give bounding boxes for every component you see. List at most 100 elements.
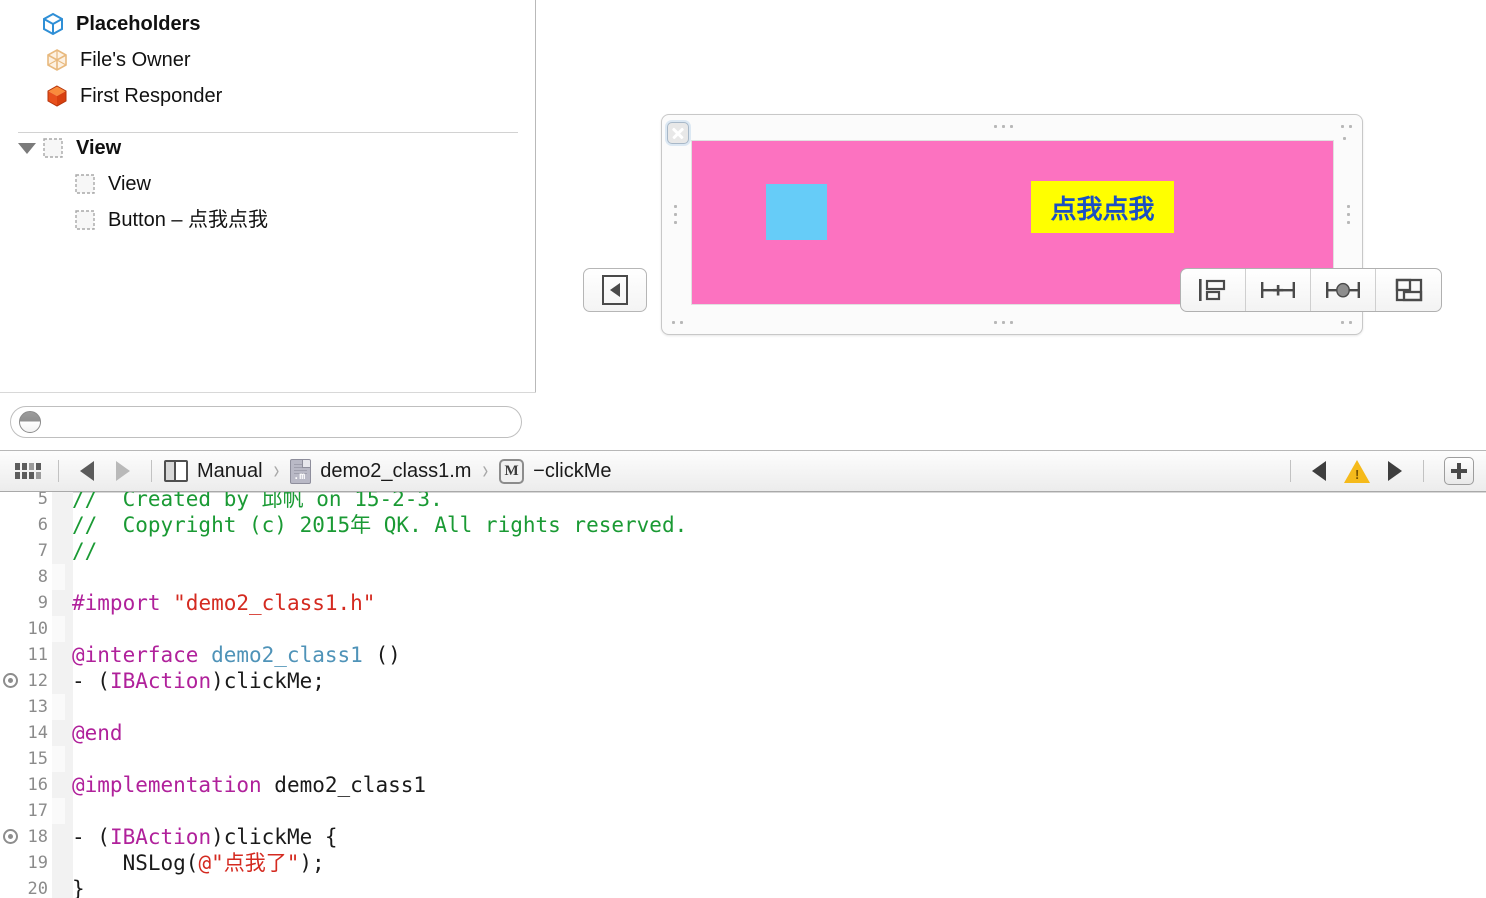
- view-placeholder-icon: [72, 207, 98, 233]
- interface-builder-canvas[interactable]: 点我点我: [537, 0, 1486, 450]
- method-icon: M: [499, 458, 525, 484]
- embed-in-button[interactable]: [1376, 269, 1441, 311]
- line-number: 13: [27, 697, 48, 717]
- ribbon-cell: [52, 746, 65, 772]
- code-line[interactable]: 8: [0, 564, 1486, 590]
- forward-arrow-icon[interactable]: [105, 458, 141, 484]
- code-line[interactable]: 15: [0, 746, 1486, 772]
- outline-item-label: File's Owner: [80, 49, 191, 71]
- outline-divider: [18, 132, 518, 133]
- breadcrumb-separator: ›: [482, 456, 489, 485]
- align-button[interactable]: [1181, 269, 1246, 311]
- pin-icon: [1261, 282, 1295, 298]
- breakpoint-marker[interactable]: [3, 673, 18, 688]
- breakpoint-marker[interactable]: [3, 829, 18, 844]
- breadcrumb-separator: ›: [273, 456, 280, 485]
- ribbon-cell: [52, 642, 65, 668]
- breadcrumb-item-manual[interactable]: Manual: [162, 456, 265, 486]
- outline-toggle-icon: [602, 275, 628, 305]
- code-line[interactable]: 12- (IBAction)clickMe;: [0, 668, 1486, 694]
- outline-item-placeholders[interactable]: Placeholders: [0, 6, 536, 42]
- code-line[interactable]: 19 NSLog(@"点我了");: [0, 850, 1486, 876]
- back-arrow-icon[interactable]: [69, 458, 105, 484]
- ribbon-cell: [52, 798, 65, 824]
- ribbon-cell: [52, 850, 65, 876]
- align-icon: [1199, 279, 1226, 301]
- code-line[interactable]: 7 //: [0, 538, 1486, 564]
- code-line[interactable]: 16 @implementation demo2_class1: [0, 772, 1486, 798]
- outline-item-button[interactable]: Button – 点我点我: [0, 202, 536, 238]
- breadcrumb-item-method[interactable]: M −clickMe: [497, 456, 613, 486]
- document-outline-tree[interactable]: Placeholders File's Owner First Responde…: [0, 0, 536, 392]
- outline-item-view-child[interactable]: View: [0, 166, 536, 202]
- ribbon-cell: [52, 616, 65, 642]
- resolve-auto-layout-issues-button[interactable]: [1311, 269, 1376, 311]
- resolve-issues-icon: [1326, 282, 1360, 298]
- pin-button[interactable]: [1246, 269, 1311, 311]
- code-line[interactable]: 6 // Copyright (c) 2015年 QK. All rights r…: [0, 512, 1486, 538]
- outline-item-view-root[interactable]: View: [0, 130, 536, 166]
- code-line[interactable]: 20}: [0, 876, 1486, 898]
- breadcrumb-label: −clickMe: [533, 459, 612, 482]
- jumpbar-divider: [1290, 460, 1291, 482]
- code-line[interactable]: 11 @interface demo2_class1 (): [0, 642, 1486, 668]
- outline-item-label: View: [76, 137, 122, 159]
- code-text: // Copyright (c) 2015年 QK. All rights re…: [72, 513, 688, 537]
- line-number: 14: [27, 723, 48, 743]
- xcode-window: Placeholders File's Owner First Responde…: [0, 0, 1486, 898]
- code-text: @interface demo2_class1 (): [72, 643, 401, 667]
- outline-item-files-owner[interactable]: File's Owner: [0, 42, 536, 78]
- code-line[interactable]: 13: [0, 694, 1486, 720]
- outline-filter-input[interactable]: [41, 407, 515, 436]
- breadcrumb-label: demo2_class1.m: [320, 459, 472, 482]
- code-text: - (IBAction)clickMe {: [72, 825, 338, 849]
- filter-knob-icon[interactable]: [19, 410, 41, 433]
- blue-subview[interactable]: [766, 184, 827, 240]
- code-line[interactable]: 9 #import "demo2_class1.h": [0, 590, 1486, 616]
- handle-dots-left: [674, 205, 677, 224]
- close-icon[interactable]: [667, 122, 689, 144]
- warning-triangle-icon[interactable]: [1344, 459, 1370, 483]
- click-me-button[interactable]: 点我点我: [1031, 181, 1174, 233]
- code-line[interactable]: 10: [0, 616, 1486, 642]
- embed-in-icon: [1395, 278, 1422, 302]
- cube-solid-orange-icon: [44, 83, 70, 109]
- line-number: 7: [37, 541, 48, 561]
- jumpbar-divider: [1423, 460, 1424, 482]
- code-line[interactable]: 17: [0, 798, 1486, 824]
- ribbon-cell: [52, 876, 65, 898]
- chevron-down-icon[interactable]: [14, 135, 40, 161]
- outline-filter-field[interactable]: [10, 405, 522, 438]
- handle-dots-bottom-right: [1341, 321, 1352, 324]
- add-editor-icon[interactable]: [1444, 457, 1474, 485]
- breadcrumb-item-file[interactable]: .m demo2_class1.m: [288, 456, 473, 486]
- ribbon-cell: [52, 824, 65, 850]
- code-text: NSLog(@"点我了");: [72, 851, 325, 875]
- code-line[interactable]: 14 @end: [0, 720, 1486, 746]
- next-issue-icon[interactable]: [1377, 458, 1413, 484]
- line-number: 5: [37, 492, 48, 509]
- line-number: 8: [37, 567, 48, 587]
- jumpbar-right-controls: [1280, 457, 1478, 485]
- code-text: @end: [72, 721, 123, 745]
- ribbon-cell: [52, 564, 65, 590]
- line-number: 10: [27, 619, 48, 639]
- previous-issue-icon[interactable]: [1301, 458, 1337, 484]
- outline-filter-bar: [0, 392, 536, 450]
- handle-dot-extra: [1343, 137, 1346, 140]
- handle-dots-bottom-left: [672, 321, 683, 324]
- line-number: 19: [27, 853, 48, 873]
- line-number: 16: [27, 775, 48, 795]
- code-text: #import "demo2_class1.h": [72, 591, 376, 615]
- view-placeholder-icon: [40, 135, 66, 161]
- outline-item-label: First Responder: [80, 85, 223, 107]
- outline-item-label: View: [108, 173, 151, 195]
- code-line[interactable]: 5 // Created by 邱帆 on 15-2-3.: [0, 492, 1486, 512]
- outline-item-first-responder[interactable]: First Responder: [0, 78, 536, 114]
- source-editor[interactable]: 5 // Created by 邱帆 on 15-2-3. 6 // Copyrigh…: [0, 492, 1486, 898]
- show-document-outline-toggle[interactable]: [583, 268, 647, 312]
- ribbon-cell: [52, 772, 65, 798]
- related-items-icon[interactable]: [8, 458, 48, 484]
- code-line[interactable]: 18- (IBAction)clickMe {: [0, 824, 1486, 850]
